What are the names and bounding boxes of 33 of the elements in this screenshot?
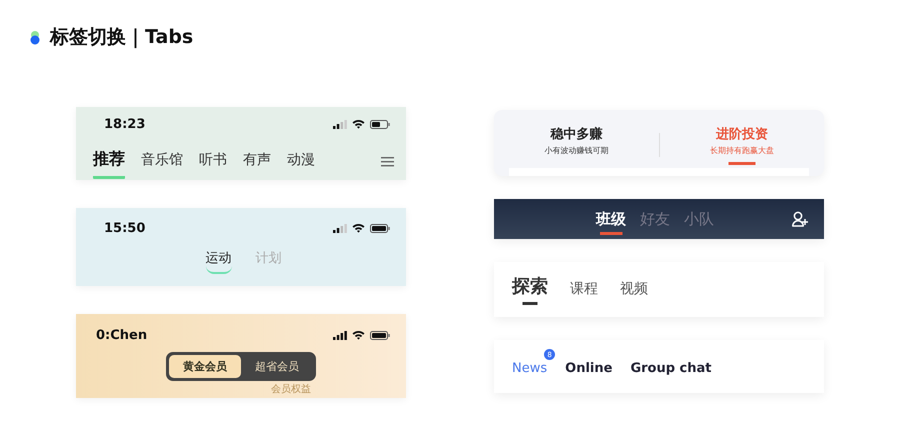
tab[interactable]: 音乐馆	[141, 150, 183, 178]
tab[interactable]: 班级	[596, 204, 626, 234]
logo-icon	[30, 30, 40, 44]
page-title: 标签切换｜Tabs	[50, 25, 194, 50]
menu-icon[interactable]	[381, 156, 394, 166]
signal-icon	[333, 120, 347, 128]
tab[interactable]: News	[512, 357, 548, 376]
battery-icon	[370, 330, 390, 340]
tab[interactable]: 稳中多赚 小有波动赚钱可期	[494, 125, 658, 165]
section-label: 会员权益	[271, 382, 311, 396]
tab[interactable]: Online	[565, 357, 612, 376]
wifi-icon	[352, 223, 365, 233]
signal-icon	[333, 330, 347, 340]
tab[interactable]: 有声	[243, 150, 271, 178]
add-user-icon[interactable]	[792, 211, 808, 227]
battery-icon	[370, 224, 390, 232]
status-time: 15:50	[104, 220, 146, 236]
tab[interactable]: Group chat	[630, 357, 712, 376]
segment[interactable]: 黄金会员	[169, 355, 241, 378]
tab[interactable]: 课程	[570, 280, 598, 305]
status-time: 18:23	[104, 116, 146, 132]
signal-icon	[333, 224, 347, 232]
wifi-icon	[352, 330, 365, 340]
tab[interactable]: 推荐	[93, 149, 125, 179]
tab[interactable]: 动漫	[287, 150, 315, 178]
status-time: 0:Chen	[96, 328, 148, 342]
tab[interactable]: 探索	[512, 274, 548, 305]
wifi-icon	[352, 119, 365, 129]
tab[interactable]: 运动	[206, 249, 232, 274]
battery-icon	[370, 120, 390, 128]
tab[interactable]: 听书	[199, 150, 227, 178]
segment[interactable]: 超省会员	[241, 355, 313, 378]
tab[interactable]: 视频	[620, 280, 648, 305]
